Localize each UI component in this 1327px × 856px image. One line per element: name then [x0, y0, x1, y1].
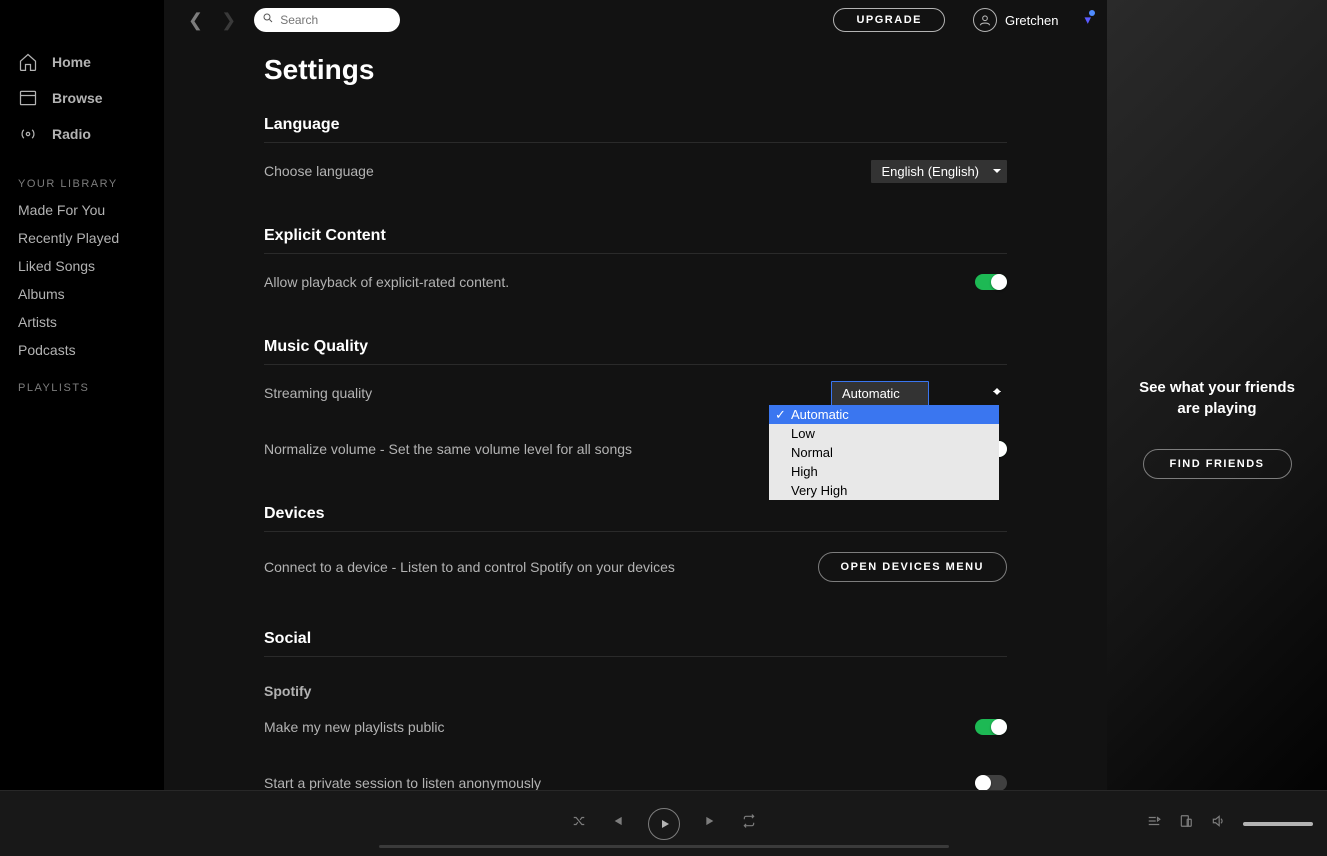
quality-option-automatic[interactable]: Automatic	[769, 405, 999, 424]
language-select-value: English (English)	[871, 160, 1007, 183]
streaming-quality-value: Automatic	[831, 381, 929, 406]
repeat-button[interactable]	[742, 814, 756, 833]
username: Gretchen	[1005, 13, 1058, 28]
sidebar-item-browse[interactable]: Browse	[0, 80, 164, 116]
quality-option-high[interactable]: High	[769, 462, 999, 481]
sidebar-item-albums[interactable]: Albums	[0, 280, 164, 308]
search-box[interactable]	[254, 8, 400, 32]
progress-bar[interactable]	[379, 845, 949, 848]
nav-back[interactable]: ❮	[188, 10, 203, 31]
section-explicit: Explicit Content	[264, 227, 1007, 254]
sidebar-item-podcasts[interactable]: Podcasts	[0, 336, 164, 364]
public-playlists-label: Make my new playlists public	[264, 719, 445, 735]
search-icon	[262, 11, 274, 29]
sidebar-item-made-for-you[interactable]: Made For You	[0, 196, 164, 224]
upgrade-button[interactable]: UPGRADE	[833, 8, 945, 32]
page-title: Settings	[264, 54, 1007, 86]
next-button[interactable]	[704, 814, 718, 833]
sidebar-label: Browse	[52, 90, 103, 106]
normalize-label: Normalize volume - Set the same volume l…	[264, 441, 632, 457]
section-social: Social	[264, 630, 1007, 657]
private-session-toggle[interactable]	[975, 775, 1007, 791]
sidebar: Home Browse Radio YOUR LIBRARY Made For …	[0, 0, 164, 856]
open-devices-button[interactable]: OPEN DEVICES MENU	[818, 552, 1007, 582]
player-bar	[0, 790, 1327, 856]
section-quality: Music Quality	[264, 338, 1007, 365]
explicit-label: Allow playback of explicit-rated content…	[264, 274, 509, 290]
volume-slider[interactable]	[1243, 822, 1313, 826]
language-select[interactable]: English (English)	[871, 163, 1007, 179]
shuffle-button[interactable]	[572, 814, 586, 833]
user-menu[interactable]: Gretchen ▾	[973, 8, 1091, 32]
home-icon	[18, 52, 38, 72]
sidebar-item-radio[interactable]: Radio	[0, 116, 164, 152]
avatar-icon	[973, 8, 997, 32]
friends-title: See what your friends are playing	[1127, 377, 1307, 419]
library-header: YOUR LIBRARY	[0, 160, 164, 196]
streaming-quality-select[interactable]: Automatic AutomaticLowNormalHighVery Hig…	[831, 385, 1007, 401]
quality-option-very-high[interactable]: Very High	[769, 481, 999, 500]
sidebar-item-home[interactable]: Home	[0, 44, 164, 80]
devices-button[interactable]	[1179, 814, 1193, 833]
nav-forward[interactable]: ❯	[221, 10, 236, 31]
section-devices: Devices	[264, 505, 1007, 532]
volume-icon[interactable]	[1211, 814, 1225, 833]
choose-language-label: Choose language	[264, 163, 374, 179]
streaming-quality-label: Streaming quality	[264, 385, 372, 401]
radio-icon	[18, 124, 38, 144]
friends-panel: See what your friends are playing FIND F…	[1107, 0, 1327, 856]
sidebar-item-liked-songs[interactable]: Liked Songs	[0, 252, 164, 280]
settings-content[interactable]: Settings Language Choose language Englis…	[164, 40, 1107, 856]
play-button[interactable]	[648, 808, 680, 840]
devices-label: Connect to a device - Listen to and cont…	[264, 559, 675, 575]
quality-option-low[interactable]: Low	[769, 424, 999, 443]
queue-button[interactable]	[1147, 814, 1161, 833]
browse-icon	[18, 88, 38, 108]
find-friends-button[interactable]: FIND FRIENDS	[1143, 449, 1292, 479]
previous-button[interactable]	[610, 814, 624, 833]
spotify-subheading: Spotify	[264, 657, 1007, 699]
section-language: Language	[264, 116, 1007, 143]
topbar: ❮ ❯ UPGRADE Gretchen ▾	[164, 0, 1107, 40]
sidebar-label: Home	[52, 54, 91, 70]
search-input[interactable]	[280, 13, 392, 27]
private-session-label: Start a private session to listen anonym…	[264, 775, 541, 791]
chevron-down-icon: ▾	[1084, 12, 1091, 28]
sidebar-item-artists[interactable]: Artists	[0, 308, 164, 336]
sidebar-item-recently-played[interactable]: Recently Played	[0, 224, 164, 252]
quality-option-normal[interactable]: Normal	[769, 443, 999, 462]
public-playlists-toggle[interactable]	[975, 719, 1007, 735]
sidebar-label: Radio	[52, 126, 91, 142]
streaming-quality-dropdown[interactable]: AutomaticLowNormalHighVery High	[769, 405, 999, 500]
main-panel: ❮ ❯ UPGRADE Gretchen ▾ Settings Language…	[164, 0, 1107, 856]
explicit-toggle[interactable]	[975, 274, 1007, 290]
playlists-header: PLAYLISTS	[0, 364, 164, 400]
